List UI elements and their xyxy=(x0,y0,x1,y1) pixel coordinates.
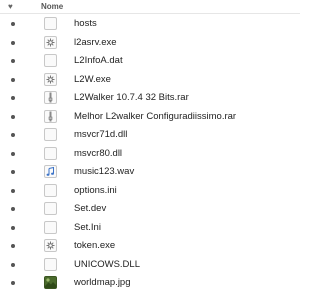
file-row[interactable]: options.ini xyxy=(0,182,300,201)
file-name: worldmap.jpg xyxy=(74,277,131,288)
file-row[interactable]: music123.wav xyxy=(0,163,300,182)
file-name: options.ini xyxy=(74,184,117,196)
audio-icon xyxy=(44,165,57,178)
status-dot-icon xyxy=(11,281,15,285)
file-row[interactable]: L2W.exe xyxy=(0,71,300,90)
file-name: msvcr80.dll xyxy=(74,147,123,159)
file-list: hosts l2asrv.exe L2InfoA.dat L2W.exe L2W… xyxy=(0,15,300,293)
archive-icon xyxy=(44,109,57,123)
favorite-column-icon[interactable]: ♥ xyxy=(8,1,13,13)
status-dot-icon xyxy=(11,133,15,137)
blank-file-icon xyxy=(44,128,57,141)
executable-icon xyxy=(44,239,57,252)
file-list-header: ♥ Nome xyxy=(0,0,300,14)
file-name: Set.dev xyxy=(74,203,107,214)
blank-file-icon xyxy=(44,183,57,197)
file-row[interactable]: token.exe xyxy=(0,237,300,256)
file-name: l2asrv.exe xyxy=(74,36,117,48)
file-row[interactable]: Melhor L2walker Configuradiissimo.rar xyxy=(0,108,300,127)
blank-file-icon xyxy=(44,146,57,160)
status-dot-icon xyxy=(11,77,15,82)
file-row[interactable]: hosts xyxy=(0,15,300,34)
file-row[interactable]: Set.dev xyxy=(0,200,300,219)
status-dot-icon xyxy=(11,225,15,230)
file-row[interactable]: msvcr71d.dll xyxy=(0,126,300,145)
file-row[interactable]: Set.Ini xyxy=(0,219,300,238)
status-dot-icon xyxy=(11,114,15,119)
status-dot-icon xyxy=(11,40,15,45)
file-name: Set.Ini xyxy=(74,221,101,233)
executable-icon xyxy=(44,35,57,49)
file-name: hosts xyxy=(74,18,97,29)
file-name: L2Walker 10.7.4 32 Bits.rar xyxy=(74,92,189,103)
status-dot-icon xyxy=(11,170,15,174)
status-dot-icon xyxy=(11,59,15,63)
file-name: token.exe xyxy=(74,240,116,251)
file-row[interactable]: msvcr80.dll xyxy=(0,145,300,164)
blank-file-icon xyxy=(44,17,57,30)
name-column-header[interactable]: Nome xyxy=(41,1,63,13)
blank-file-icon xyxy=(44,257,57,271)
file-name: Melhor L2walker Configuradiissimo.rar xyxy=(74,110,237,122)
file-row[interactable]: worldmap.jpg xyxy=(0,274,300,293)
file-row[interactable]: L2InfoA.dat xyxy=(0,52,300,71)
file-name: L2InfoA.dat xyxy=(74,55,123,66)
archive-icon xyxy=(44,91,57,104)
executable-icon xyxy=(44,72,57,86)
status-dot-icon xyxy=(11,96,15,100)
image-icon xyxy=(44,276,57,289)
status-dot-icon xyxy=(11,244,15,248)
status-dot-icon xyxy=(11,188,15,193)
status-dot-icon xyxy=(11,262,15,267)
blank-file-icon xyxy=(44,202,57,215)
blank-file-icon xyxy=(44,54,57,67)
status-dot-icon xyxy=(11,151,15,156)
file-name: UNICOWS.DLL xyxy=(74,258,140,270)
file-row[interactable]: UNICOWS.DLL xyxy=(0,256,300,275)
file-row[interactable]: l2asrv.exe xyxy=(0,34,300,53)
file-name: L2W.exe xyxy=(74,73,111,85)
file-list-panel: ♥ Nome hosts l2asrv.exe L2InfoA.dat L2W.… xyxy=(0,0,300,300)
status-dot-icon xyxy=(11,22,15,26)
file-name: msvcr71d.dll xyxy=(74,129,128,140)
blank-file-icon xyxy=(44,220,57,234)
file-name: music123.wav xyxy=(74,166,135,177)
file-row[interactable]: L2Walker 10.7.4 32 Bits.rar xyxy=(0,89,300,108)
status-dot-icon xyxy=(11,207,15,211)
